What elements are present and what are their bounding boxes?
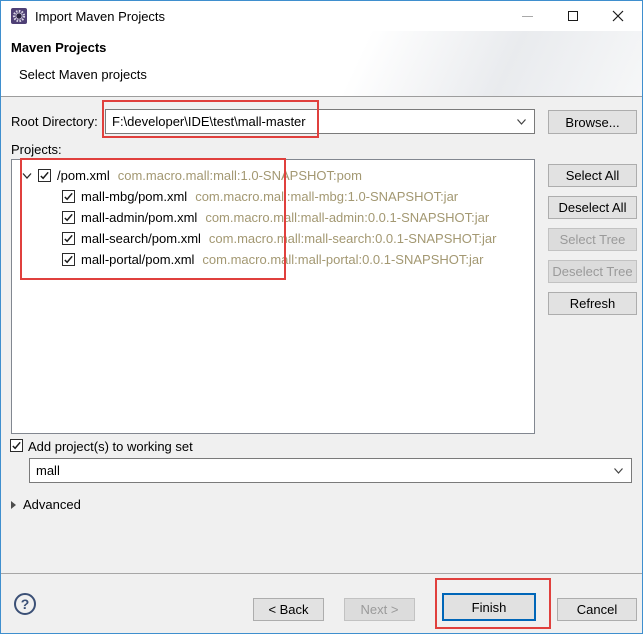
select-tree-button: Select Tree [548, 228, 637, 251]
checkmark-icon [39, 170, 50, 181]
checkmark-icon [11, 440, 22, 451]
window-title: Import Maven Projects [35, 9, 165, 24]
working-set-value: mall [36, 463, 60, 478]
chevron-down-icon[interactable] [613, 467, 624, 475]
maven-import-wizard-icon [11, 8, 27, 24]
tree-node-artifact: com.macro.mall:mall:1.0-SNAPSHOT:pom [118, 168, 362, 183]
checkbox-mall-admin[interactable] [62, 211, 75, 224]
help-button[interactable]: ? [14, 593, 36, 615]
projects-tree[interactable]: /pom.xml com.macro.mall:mall:1.0-SNAPSHO… [11, 159, 535, 434]
deselect-tree-button: Deselect Tree [548, 260, 637, 283]
minimize-button[interactable] [512, 1, 542, 31]
next-button: Next > [344, 598, 415, 621]
tree-node-label[interactable]: mall-mbg/pom.xml [81, 189, 187, 204]
expand-right-icon [11, 501, 16, 509]
title-bar: Import Maven Projects [1, 1, 642, 31]
working-set-input[interactable]: mall [29, 458, 632, 483]
back-button[interactable]: < Back [253, 598, 324, 621]
checkmark-icon [63, 212, 74, 223]
checkmark-icon [63, 191, 74, 202]
checkbox-pom-root[interactable] [38, 169, 51, 182]
tree-node-label[interactable]: mall-portal/pom.xml [81, 252, 194, 267]
checkbox-mall-portal[interactable] [62, 253, 75, 266]
checkbox-mall-search[interactable] [62, 232, 75, 245]
checkmark-icon [63, 254, 74, 265]
cancel-button[interactable]: Cancel [557, 598, 637, 621]
tree-node-artifact: com.macro.mall:mall-mbg:1.0-SNAPSHOT:jar [195, 189, 458, 204]
checkbox-mall-mbg[interactable] [62, 190, 75, 203]
footer-separator [1, 573, 642, 574]
advanced-label: Advanced [23, 497, 81, 512]
tree-node-label[interactable]: /pom.xml [57, 168, 110, 183]
root-directory-label: Root Directory: [11, 114, 98, 129]
root-directory-value: F:\developer\IDE\test\mall-master [112, 114, 306, 129]
checkmark-icon [63, 233, 74, 244]
tree-node-artifact: com.macro.mall:mall-portal:0.0.1-SNAPSHO… [202, 252, 483, 267]
page-subtitle: Select Maven projects [19, 67, 147, 82]
page-title: Maven Projects [11, 40, 106, 55]
tree-node-artifact: com.macro.mall:mall-admin:0.0.1-SNAPSHOT… [205, 210, 489, 225]
close-icon [612, 10, 624, 22]
wizard-header: Maven Projects Select Maven projects [1, 31, 642, 97]
tree-expander-icon[interactable] [20, 172, 34, 180]
tree-row-mall-mbg[interactable]: mall-mbg/pom.xml com.macro.mall:mall-mbg… [12, 186, 534, 207]
tree-node-label[interactable]: mall-search/pom.xml [81, 231, 201, 246]
minimize-icon [522, 16, 533, 17]
chevron-down-icon[interactable] [516, 118, 527, 126]
working-set-checkbox[interactable] [10, 439, 23, 452]
tree-node-label[interactable]: mall-admin/pom.xml [81, 210, 197, 225]
projects-label: Projects: [11, 142, 62, 157]
import-maven-projects-dialog: Import Maven Projects Maven Projects Sel… [0, 0, 643, 634]
tree-row-mall-search[interactable]: mall-search/pom.xml com.macro.mall:mall-… [12, 228, 534, 249]
browse-button[interactable]: Browse... [548, 110, 637, 134]
select-all-button[interactable]: Select All [548, 164, 637, 187]
help-question-icon: ? [21, 596, 30, 612]
maximize-button[interactable] [558, 1, 588, 31]
deselect-all-button[interactable]: Deselect All [548, 196, 637, 219]
tree-node-artifact: com.macro.mall:mall-search:0.0.1-SNAPSHO… [209, 231, 497, 246]
close-button[interactable] [603, 1, 633, 31]
finish-button[interactable]: Finish [442, 593, 536, 621]
tree-row-mall-admin[interactable]: mall-admin/pom.xml com.macro.mall:mall-a… [12, 207, 534, 228]
tree-row-mall-portal[interactable]: mall-portal/pom.xml com.macro.mall:mall-… [12, 249, 534, 270]
root-directory-input[interactable]: F:\developer\IDE\test\mall-master [105, 109, 535, 134]
maximize-icon [568, 11, 578, 21]
tree-row-root[interactable]: /pom.xml com.macro.mall:mall:1.0-SNAPSHO… [12, 165, 534, 186]
advanced-expander[interactable]: Advanced [11, 497, 81, 512]
working-set-label[interactable]: Add project(s) to working set [28, 439, 193, 454]
refresh-button[interactable]: Refresh [548, 292, 637, 315]
